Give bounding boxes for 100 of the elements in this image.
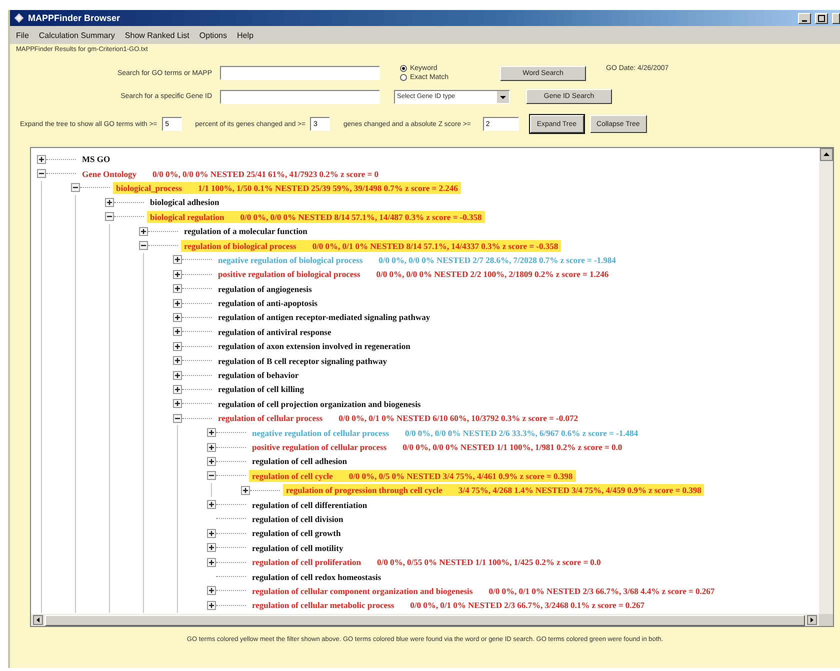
collapse-icon[interactable] <box>71 183 80 192</box>
term-row[interactable]: regulation of behavior <box>215 369 302 382</box>
term-row[interactable]: regulation of angiogenesis <box>215 282 315 295</box>
expand-icon[interactable] <box>207 528 216 538</box>
radio-dot[interactable] <box>400 74 407 81</box>
term-name: biological_process <box>116 182 182 193</box>
expand-icon[interactable] <box>207 456 216 466</box>
expand-icon[interactable] <box>173 298 182 308</box>
scroll-right-icon[interactable] <box>807 615 817 625</box>
term-row[interactable]: MS GO <box>79 153 114 166</box>
expand-icon[interactable] <box>173 255 182 264</box>
vertical-scrollbar[interactable] <box>819 148 833 614</box>
term-row[interactable]: regulation of cell adhesion <box>249 455 350 468</box>
term-row[interactable]: regulation of cell redox homeostasis <box>249 570 384 583</box>
term-row[interactable]: regulation of cell division <box>249 512 346 525</box>
term-row[interactable]: regulation of B cell receptor signaling pathway <box>215 354 390 367</box>
term-name: regulation of cellular process <box>218 413 323 424</box>
term-name: regulation of cell motility <box>252 542 344 553</box>
term-row[interactable]: regulation of biological process 0/0 0%, 0/1 0% NESTED 8/14 57.1%, 14/4337 0.3% z score = -0.358 <box>181 240 562 252</box>
collapse-icon[interactable] <box>105 212 114 222</box>
expand-icon[interactable] <box>37 154 46 164</box>
term-row[interactable]: regulation of progression through cell cycle 3/4 75%, 4/268 1.4% NESTED 3/4 75%, 4/459 0.9% z score = 0.398 <box>283 484 704 496</box>
collapse-icon[interactable] <box>37 169 46 178</box>
radio-dot[interactable] <box>400 65 407 72</box>
term-name: regulation of angiogenesis <box>218 284 312 294</box>
menu-item[interactable]: Help <box>236 30 254 40</box>
term-row[interactable]: regulation of cellular process 0/0 0%, 0/1 0% NESTED 6/10 60%, 10/3792 0.3% z score = -0.072 <box>215 412 581 424</box>
term-name: regulation of cell differentiation <box>252 500 368 510</box>
term-stats: 1/1 100%, 1/50 0.1% NESTED 25/39 59%, 39/1498 0.7% z score = 2.246 <box>198 182 458 193</box>
term-name: regulation of anti-apoptosis <box>218 298 318 308</box>
term-row[interactable]: biological_process 1/1 100%, 1/50 0.1% NESTED 25/39 59%, 39/1498 0.7% z score = 2.246 <box>113 182 461 194</box>
expand-icon[interactable] <box>173 399 182 408</box>
term-name: regulation of cell adhesion <box>252 456 347 466</box>
expand-icon[interactable] <box>241 486 250 495</box>
collapse-icon[interactable] <box>139 241 148 250</box>
term-name: regulation of cell projection organization and biogenesis <box>218 398 421 409</box>
menu-item[interactable]: Options <box>199 30 227 40</box>
scroll-left-icon[interactable] <box>33 615 43 625</box>
horizontal-scrollbar[interactable] <box>31 614 819 626</box>
expand-icon[interactable] <box>173 356 182 366</box>
menu-item[interactable]: Calculation Summary <box>38 30 115 40</box>
term-row[interactable]: regulation of antigen receptor-mediated signaling pathway <box>215 311 434 324</box>
expand-icon[interactable] <box>105 198 114 207</box>
term-row[interactable]: regulation of cell cycle 0/0 0%, 0/5 0% NESTED 3/4 75%, 4/461 0.9% z score = 0.398 <box>249 470 576 482</box>
gene-id-field[interactable] <box>220 90 380 104</box>
term-row[interactable]: Gene Ontology 0/0 0%, 0/0 0% NESTED 25/41 61%, 41/7923 0.2% z score = 0 <box>79 168 382 180</box>
term-name: regulation of cell killing <box>218 384 304 394</box>
term-row[interactable]: regulation of cell projection organization and biogenesis <box>215 398 424 410</box>
menu-item[interactable]: Show Ranked List <box>124 30 190 40</box>
minimize-button[interactable] <box>798 12 811 24</box>
expand-icon[interactable] <box>173 284 182 294</box>
expand-icon[interactable] <box>207 586 216 596</box>
term-name: positive regulation of biological process <box>218 269 360 280</box>
term-stats: 0/0 0%, 0/0 0% NESTED 2/6 33.3%, 6/967 0.6% z score = -1.484 <box>404 428 638 438</box>
term-row[interactable]: regulation of cell differentiation <box>249 498 370 511</box>
expand-icon[interactable] <box>173 327 182 336</box>
expand-icon[interactable] <box>207 442 216 452</box>
scroll-up-icon[interactable] <box>820 148 832 161</box>
term-stats: 0/0 0%, 0/55 0% NESTED 1/1 100%, 1/425 0.2% z score = 0.0 <box>377 557 601 568</box>
term-name: regulation of progression through cell cycle <box>286 485 442 496</box>
term-row[interactable]: regulation of axon extension involved in regeneration <box>215 340 414 352</box>
term-row[interactable]: regulation of antiviral response <box>215 326 334 338</box>
expand-icon[interactable] <box>173 370 182 380</box>
term-row[interactable]: regulation of cell killing <box>215 383 308 396</box>
term-row[interactable]: positive regulation of biological process 0/0 0%, 0/0 0% NESTED 2/2 100%, 2/1809 0.2% z score = 1.246 <box>215 268 612 280</box>
maximize-button[interactable] <box>815 12 828 24</box>
collapse-icon[interactable] <box>173 414 182 423</box>
term-stats: 0/0 0%, 0/0 0% NESTED 2/2 100%, 2/1809 0.2% z score = 1.246 <box>376 269 609 280</box>
term-row[interactable]: positive regulation of cellular process 0/0 0%, 0/0 0% NESTED 1/1 100%, 1/981 0.2% z score = 0.0 <box>249 441 626 453</box>
term-name: regulation of cell growth <box>252 528 341 538</box>
expand-icon[interactable] <box>207 543 216 552</box>
expand-icon[interactable] <box>207 428 216 438</box>
expand-icon[interactable] <box>207 600 216 610</box>
term-row[interactable]: regulation of a molecular function <box>181 225 310 238</box>
term-name: regulation of antigen receptor-mediated signaling pathway <box>218 312 430 322</box>
term-row[interactable]: regulation of cell motility <box>249 542 346 554</box>
term-name: negative regulation of cellular process <box>252 428 389 438</box>
term-row[interactable]: regulation of cellular component organization and biogenesis 0/0 0%, 0/1 0% NESTED 2/3 66.7%, 3/68 4.4% z score = 0.267 <box>249 584 718 597</box>
expand-icon[interactable] <box>173 312 182 322</box>
term-row[interactable]: regulation of cellular metabolic process 0/0 0%, 0/1 0% NESTED 2/3 66.7%, 3/2468 0.1% z score = 0.267 <box>249 599 648 612</box>
term-row[interactable]: biological regulation 0/0 0%, 0/0 0% NESTED 8/14 57.1%, 14/487 0.3% z score = -0.358 <box>147 210 485 223</box>
menu-item[interactable]: File <box>16 30 29 40</box>
term-row[interactable]: regulation of cell proliferation 0/0 0%, 0/55 0% NESTED 1/1 100%, 1/425 0.2% z score = 0.0 <box>249 556 604 568</box>
go-search-field[interactable] <box>220 66 380 80</box>
dropdown-icon <box>497 90 509 102</box>
collapse-icon[interactable] <box>207 471 216 480</box>
term-row[interactable]: regulation of anti-apoptosis <box>215 297 320 310</box>
expand-icon[interactable] <box>173 342 182 351</box>
term-name: regulation of behavior <box>218 370 299 380</box>
expand-icon[interactable] <box>139 226 148 236</box>
close-button[interactable] <box>832 12 840 24</box>
expand-icon[interactable] <box>207 558 216 567</box>
expand-icon[interactable] <box>173 270 182 279</box>
expand-icon[interactable] <box>173 384 182 394</box>
term-stats: 0/0 0%, 0/1 0% NESTED 2/3 66.7%, 3/2468 0.1% z score = 0.267 <box>410 600 645 610</box>
term-name: regulation of cell division <box>252 514 344 524</box>
term-row[interactable]: biological adhesion <box>147 196 222 208</box>
expand-icon[interactable] <box>207 500 216 510</box>
term-stats: 0/0 0%, 0/1 0% NESTED 8/14 57.1%, 14/4337 0.3% z score = -0.358 <box>312 240 558 251</box>
term-row[interactable]: regulation of cell growth <box>249 527 344 540</box>
